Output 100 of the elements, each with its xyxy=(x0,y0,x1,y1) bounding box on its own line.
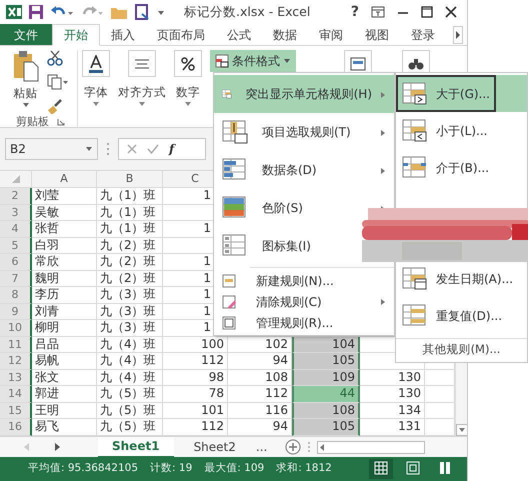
duplicate-rows-icon xyxy=(402,304,428,328)
scissors-icon[interactable] xyxy=(46,50,62,66)
row-header[interactable]: 11 xyxy=(0,336,32,353)
function-button[interactable]: f xyxy=(169,140,174,158)
next-sheet-icon[interactable] xyxy=(54,442,62,452)
row-header[interactable]: 12 xyxy=(0,353,32,370)
status-text: 最大值: 109 xyxy=(204,461,264,476)
table-cell: 刘莹 xyxy=(32,188,97,204)
excel-logo-icon[interactable] xyxy=(6,4,22,20)
table-cell: 常欣 xyxy=(32,254,97,270)
table-cell: 109 xyxy=(292,370,360,386)
table-cell: 吕品 xyxy=(32,336,97,353)
manage-rules-icon xyxy=(222,316,236,330)
table-cell: 98 xyxy=(163,370,228,386)
table-cell: 九（3）班 xyxy=(97,320,163,336)
add-sheet-icon[interactable] xyxy=(285,439,302,455)
ribbon-tab[interactable]: 插入 xyxy=(100,24,146,45)
name-box[interactable]: B2 xyxy=(5,138,98,160)
menu-item[interactable]: 小于(L)... xyxy=(396,112,527,149)
paste-label[interactable]: 粘贴 xyxy=(14,85,38,102)
row-header[interactable]: 9 xyxy=(0,304,32,320)
table-cell: 134 xyxy=(360,402,425,419)
help-button[interactable]: ? xyxy=(350,2,359,22)
row-header[interactable]: 5 xyxy=(0,238,32,254)
scroll-down-icon[interactable] xyxy=(456,424,467,436)
row-header[interactable]: 8 xyxy=(0,287,32,304)
paste-icon[interactable] xyxy=(12,50,38,82)
row-header[interactable]: 15 xyxy=(0,402,32,419)
caret-icon[interactable] xyxy=(184,101,192,108)
row-header[interactable]: 13 xyxy=(0,370,32,386)
column-header[interactable]: A xyxy=(32,171,97,188)
row-header[interactable]: 2 xyxy=(0,188,32,204)
sheet-tab[interactable]: Sheet2 xyxy=(180,436,250,458)
table-cell: 吴敏 xyxy=(32,204,97,221)
dialog-launcher-icon[interactable] xyxy=(57,118,65,126)
menu-item[interactable]: 突出显示单元格规则(H) xyxy=(214,75,394,113)
menu-item[interactable]: 大于(G)... xyxy=(396,75,496,112)
number-button[interactable] xyxy=(174,50,202,77)
alignment-button[interactable] xyxy=(128,50,156,77)
conditional-format-button[interactable]: 条件格式 xyxy=(210,50,296,72)
group-button-label[interactable]: 对齐方式 xyxy=(118,84,166,102)
table-cell: 112 xyxy=(163,353,228,370)
brush-icon[interactable] xyxy=(46,98,62,114)
table-cell: 105 xyxy=(292,419,360,436)
caret-icon[interactable] xyxy=(92,101,100,108)
page-layout-icon xyxy=(406,461,420,476)
caret-icon xyxy=(283,58,291,64)
save-icon[interactable] xyxy=(28,4,44,20)
menu-item[interactable]: 重复值(D)... xyxy=(396,297,527,334)
table-cell: 张文 xyxy=(32,370,97,386)
ribbon-tab[interactable]: 开始 xyxy=(52,24,100,46)
caret-icon xyxy=(85,146,93,152)
menu-item[interactable]: 项目选取规则(T) xyxy=(214,113,394,151)
table-cell: 九（2）班 xyxy=(97,254,163,270)
font-color-icon xyxy=(88,54,104,72)
ribbon-tab[interactable]: 文件 xyxy=(0,24,52,45)
group-button-label[interactable]: 数字 xyxy=(176,84,200,102)
row-header[interactable]: 4 xyxy=(0,221,32,238)
close-icon[interactable] xyxy=(445,6,457,18)
table-cell: 130 xyxy=(360,386,425,402)
ribbon-tab[interactable]: 登录 xyxy=(400,24,446,45)
caret-icon[interactable] xyxy=(138,101,146,108)
view-button[interactable] xyxy=(369,459,393,479)
sheet-tab[interactable]: Sheet1 xyxy=(98,436,174,458)
group-label: 剪贴板 xyxy=(16,114,49,130)
row-header[interactable]: 6 xyxy=(0,254,32,270)
font-button[interactable] xyxy=(82,50,110,77)
ribbon-tab[interactable]: 数据 xyxy=(262,24,308,45)
menu-item[interactable]: 发生日期(A)... xyxy=(396,260,527,297)
horizontal-scrollbar[interactable] xyxy=(317,440,426,454)
table-cell: 九（5）班 xyxy=(97,402,163,419)
row-header[interactable]: 16 xyxy=(0,419,32,436)
maximize-icon[interactable] xyxy=(421,6,433,18)
column-header[interactable]: B xyxy=(97,171,163,188)
table-cell: 九（4）班 xyxy=(97,353,163,370)
page-break-icon xyxy=(438,461,452,476)
row-header[interactable]: 14 xyxy=(0,386,32,402)
table-cell: 九（1）班 xyxy=(97,204,163,221)
ribbon-tab[interactable]: 审阅 xyxy=(308,24,354,45)
table-cell: 九（5）班 xyxy=(97,386,163,402)
caret-icon[interactable] xyxy=(22,102,30,108)
table-cell: 易帆 xyxy=(32,353,97,370)
ribbon-tab[interactable]: 视图 xyxy=(354,24,400,45)
print-preview-icon[interactable] xyxy=(134,4,150,20)
table-cell: 九（2）班 xyxy=(97,270,163,287)
ribbon-tab[interactable]: 页面布局 xyxy=(146,24,216,45)
table-cell: 130 xyxy=(360,370,425,386)
row-header[interactable]: 7 xyxy=(0,270,32,287)
menu-item[interactable]: 介于(B)... xyxy=(396,149,527,186)
table-cell: 魏明 xyxy=(32,270,97,287)
scroll-right-icon[interactable] xyxy=(453,26,463,44)
row-header[interactable]: 3 xyxy=(0,204,32,221)
copy-icon[interactable] xyxy=(46,74,68,90)
ribbon-tab[interactable]: 公式 xyxy=(216,24,262,45)
more-sheets-button[interactable]: ... xyxy=(256,438,268,456)
less-than-icon xyxy=(402,118,428,142)
ribbon-options-icon[interactable] xyxy=(371,6,385,18)
group-button-label[interactable]: 字体 xyxy=(84,84,108,102)
row-header[interactable]: 10 xyxy=(0,320,32,336)
menu-item[interactable]: 其他规则(M)... xyxy=(396,338,527,360)
